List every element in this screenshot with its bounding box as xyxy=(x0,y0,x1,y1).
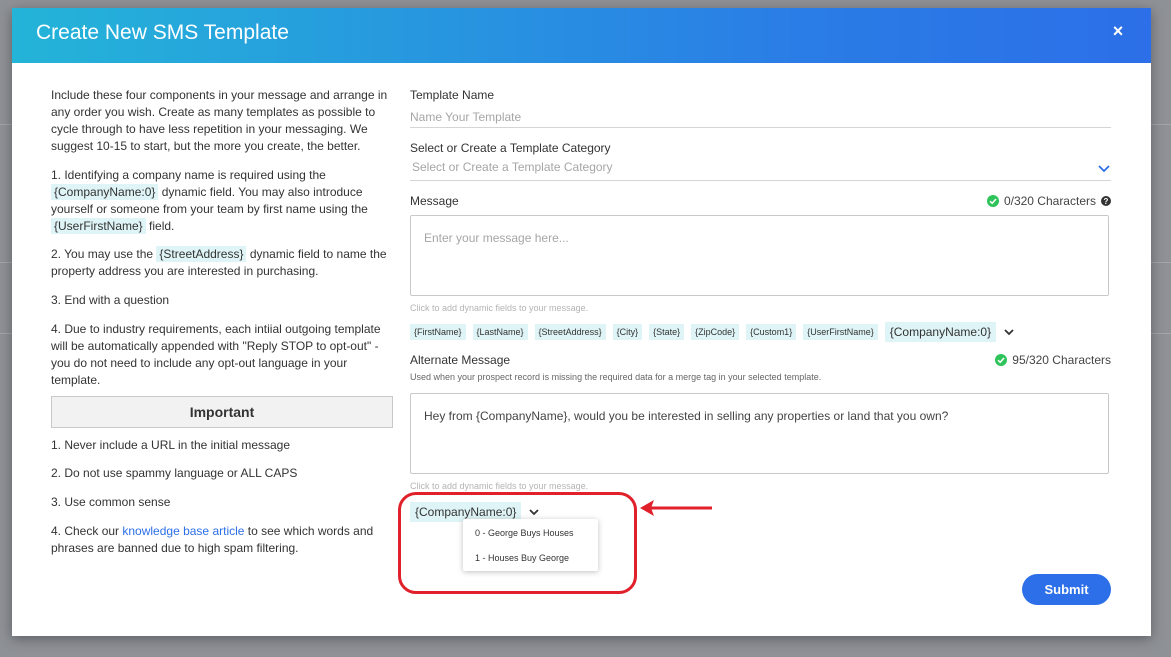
alternate-counter-text: 95/320 Characters xyxy=(1012,353,1111,367)
dynamic-field-company-name[interactable]: {CompanyName:0} xyxy=(884,322,997,342)
dynamic-field-city[interactable]: {City} xyxy=(612,324,643,340)
instruction-text: 2. You may use the xyxy=(51,247,157,261)
chevron-down-icon xyxy=(1098,165,1110,173)
modal-title: Create New SMS Template xyxy=(36,21,289,44)
alternate-message-note: Used when your prospect record is missin… xyxy=(410,372,822,382)
instruction-item-2: 2. You may use the {StreetAddress} dynam… xyxy=(51,246,393,280)
instruction-item-3: 3. End with a question xyxy=(51,293,170,307)
instructions-panel: Include these four components in your me… xyxy=(51,87,393,557)
create-sms-template-modal: Create New SMS Template × Include these … xyxy=(12,8,1151,636)
company-name-tag: {CompanyName:0} xyxy=(51,184,159,200)
chevron-down-icon[interactable] xyxy=(1003,326,1015,338)
submit-button[interactable]: Submit xyxy=(1022,574,1111,605)
rule-4: 4. Check our knowledge base article to s… xyxy=(51,523,393,557)
template-name-input[interactable] xyxy=(410,107,1111,128)
instruction-item-4: 4. Due to industry requirements, each in… xyxy=(51,322,381,387)
modal-header: Create New SMS Template × xyxy=(12,8,1151,63)
message-counter: 0/320 Characters ? xyxy=(986,194,1111,208)
dynamic-field-user-first-name[interactable]: {UserFirstName} xyxy=(803,324,878,340)
category-label: Select or Create a Template Category xyxy=(410,141,611,155)
svg-text:?: ? xyxy=(1104,197,1109,206)
message-counter-text: 0/320 Characters xyxy=(1003,194,1096,208)
help-icon[interactable]: ? xyxy=(1101,196,1111,206)
category-placeholder: Select or Create a Template Category xyxy=(412,160,613,174)
instruction-text: 1. Identifying a company name is require… xyxy=(51,168,326,182)
check-circle-icon xyxy=(995,354,1008,366)
dynamic-fields-list: {FirstName} {LastName} {StreetAddress} {… xyxy=(410,322,1015,342)
dynamic-field-zip-code[interactable]: {ZipCode} xyxy=(691,324,740,340)
dynamic-field-first-name[interactable]: {FirstName} xyxy=(410,324,466,340)
message-label: Message xyxy=(410,194,459,208)
template-name-label: Template Name xyxy=(410,88,495,102)
message-textarea[interactable]: Enter your message here... xyxy=(410,215,1109,296)
alternate-dynamic-fields-hint: Click to add dynamic fields to your mess… xyxy=(410,481,589,491)
message-placeholder: Enter your message here... xyxy=(424,231,569,245)
alternate-message-label: Alternate Message xyxy=(410,353,511,367)
dynamic-fields-hint: Click to add dynamic fields to your mess… xyxy=(410,303,589,313)
user-first-name-tag: {UserFirstName} xyxy=(51,218,146,234)
rule-2: 2. Do not use spammy language or ALL CAP… xyxy=(51,466,298,480)
alternate-message-textarea[interactable]: Hey from {CompanyName}, would you be int… xyxy=(410,393,1109,474)
instructions-intro: Include these four components in your me… xyxy=(51,88,388,153)
instruction-item-1: 1. Identifying a company name is require… xyxy=(51,167,393,235)
instruction-text: field. xyxy=(145,219,175,233)
knowledge-base-link[interactable]: knowledge base article xyxy=(122,524,244,538)
check-circle-icon xyxy=(986,195,999,207)
dynamic-field-custom1[interactable]: {Custom1} xyxy=(746,324,797,340)
category-select[interactable]: Select or Create a Template Category xyxy=(410,158,1111,181)
alternate-message-value: Hey from {CompanyName}, would you be int… xyxy=(424,409,949,423)
dynamic-field-state[interactable]: {State} xyxy=(649,324,685,340)
close-icon: × xyxy=(1112,21,1124,41)
rule-text: 4. Check our xyxy=(51,524,123,538)
dynamic-field-last-name[interactable]: {LastName} xyxy=(472,324,528,340)
important-heading: Important xyxy=(51,396,393,428)
rule-3: 3. Use common sense xyxy=(51,495,171,509)
dynamic-field-street-address[interactable]: {StreetAddress} xyxy=(534,324,606,340)
rule-1: 1. Never include a URL in the initial me… xyxy=(51,438,291,452)
street-address-tag: {StreetAddress} xyxy=(156,246,247,262)
close-button[interactable]: × xyxy=(1109,22,1127,40)
highlight-annotation xyxy=(398,492,637,594)
alternate-message-counter: 95/320 Characters xyxy=(995,353,1111,367)
arrow-left-icon xyxy=(640,500,712,516)
